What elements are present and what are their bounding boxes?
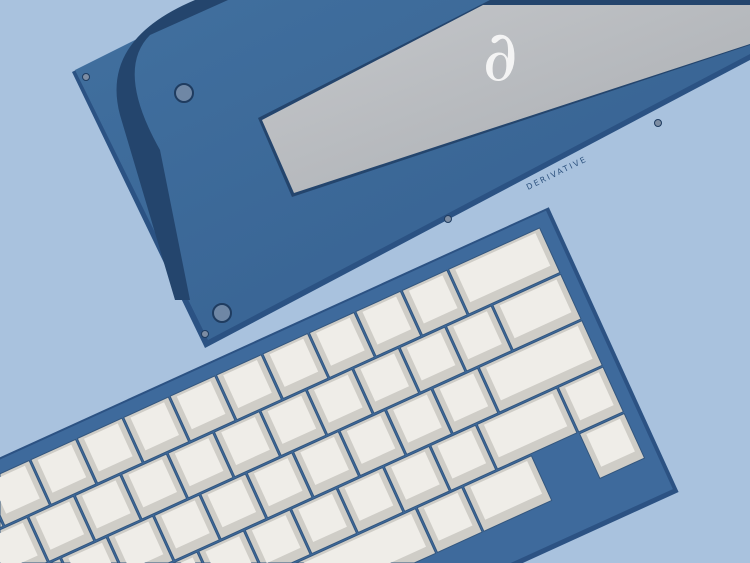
- screw: [212, 303, 232, 323]
- screw: [444, 215, 452, 223]
- screw: [174, 83, 194, 103]
- logo-glyph: ∂: [479, 14, 521, 98]
- screw: [654, 119, 662, 127]
- keyboard-render-scene: ∂ DERIVATIVE: [0, 0, 750, 563]
- screw: [82, 73, 90, 81]
- screw: [201, 330, 209, 338]
